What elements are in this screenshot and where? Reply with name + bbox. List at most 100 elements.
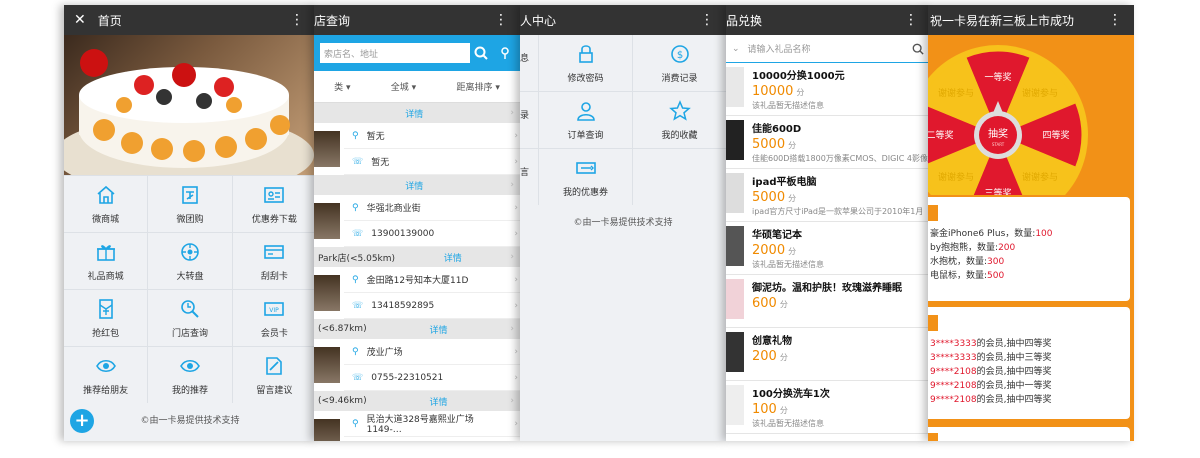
add-button[interactable]: + — [70, 409, 94, 433]
store-address-row[interactable]: ⚲ 华强北商业街 › — [344, 195, 520, 221]
detail-link[interactable]: 详情 — [405, 179, 423, 192]
store-phone-row[interactable]: ☏ 13418592895 › — [344, 293, 520, 319]
store-header[interactable]: (<9.46km) 详情 › — [314, 391, 520, 411]
home-menu-item[interactable]: 礼品商城 — [64, 233, 148, 289]
store-header[interactable]: Park店(<5.05km) 详情 › — [314, 247, 520, 267]
store-item[interactable]: ⚲ 华强北商业街 › ☏ 13900139000 › — [314, 195, 520, 247]
gift-item[interactable]: 华硕笔记本 2000 分该礼品暂无描述信息 — [726, 222, 930, 275]
draw-label: 抽奖 — [988, 127, 1008, 140]
close-icon[interactable]: ✕ — [64, 12, 98, 28]
gift-item[interactable]: 10000分换1000元 10000 分该礼品暂无描述信息 — [726, 63, 930, 116]
gift-item[interactable]: 100分换洗车1次 100 分该礼品暂无描述信息 — [726, 381, 930, 434]
home-menu-item[interactable]: 留言建议 — [232, 347, 316, 403]
svg-text:$: $ — [676, 50, 682, 61]
home-menu-item[interactable]: 推荐给朋友 — [64, 347, 148, 403]
phone-icon: ☏ — [352, 372, 364, 383]
gift-item[interactable]: 御泥坊。温和护肤！玫瑰滋养睡眠 600 分 — [726, 275, 930, 328]
store-address: 华强北商业街 — [366, 204, 421, 214]
search-icon[interactable] — [470, 42, 492, 64]
start-label: START — [992, 142, 1005, 147]
home-menu-item[interactable]: 优惠券下载 — [232, 176, 316, 232]
detail-link[interactable]: 详情 — [405, 107, 423, 120]
page-title: 首页 — [97, 13, 122, 28]
lucky-wheel[interactable]: 一等奖 四等奖 三等奖 二等奖 谢谢参与 谢谢参与 谢谢参与 谢谢参与 抽奖 START — [928, 45, 1134, 195]
store-name: Park店(<5.05km) — [318, 253, 396, 264]
store-address-row[interactable]: ⚲ 金田路12号知本大厦11D › — [344, 267, 520, 293]
order-icon — [575, 100, 597, 122]
member-menu-item[interactable]: 言 — [520, 149, 538, 205]
chevron-down-icon[interactable]: ⌄ — [732, 44, 740, 54]
store-item[interactable]: ⚲ 暂无 › ☏ 暂无 › — [314, 123, 520, 175]
store-header[interactable]: 详情 › — [314, 103, 520, 123]
home-menu-item[interactable]: 抢红包 — [64, 290, 148, 346]
gift-title: 10000分换1000元 — [752, 71, 845, 82]
credit-text: ©由一卡易提供技术支持 — [140, 416, 240, 426]
winner-line: 9****2108的会员,抽中一等奖 — [930, 381, 1052, 391]
store-address-row[interactable]: ⚲ 茂业广场 › — [344, 339, 520, 365]
store-item[interactable]: ⚲ 茂业广场 › ☏ 0755-22310521 › — [314, 339, 520, 391]
banner-cake-image[interactable] — [64, 35, 316, 175]
filter-area[interactable]: 全城 ▾ — [391, 80, 416, 93]
winner-line: 9****2108的会员,抽中四等奖 — [930, 367, 1052, 377]
member-menu-item[interactable]: 我的优惠券 — [539, 149, 632, 205]
filter-sort[interactable]: 距离排序 ▾ — [456, 80, 499, 93]
detail-link[interactable]: 详情 — [429, 395, 447, 408]
member-menu-item[interactable]: 订单查询 — [539, 92, 632, 148]
member-menu-item[interactable]: $ 消费记录 — [633, 35, 726, 91]
search-input[interactable]: 索店名、地址 — [318, 41, 494, 65]
gift-item[interactable]: 佳能600D 5000 分佳能600D搭载1800万像素CMOS、DIGIC 4影像 — [726, 116, 930, 169]
gift-item[interactable]: ipad平板电脑 5000 分 ipad官方尺寸iPad是一款苹果公司于2010年1月 — [726, 169, 930, 222]
store-address: 金田路12号知本大厦11D — [366, 276, 469, 286]
phone-store-search: 店查询 ⋮ 索店名、地址 类 ▾ 全城 ▾ 距离排序 ▾ 详情 › ⚲ 暂无 › ☏ 暂无 ›… — [314, 5, 520, 441]
store-header[interactable]: (<6.87km) 详情 › — [314, 319, 520, 339]
filter-category[interactable]: 类 ▾ — [334, 80, 350, 93]
more-icon[interactable]: ⋮ — [700, 5, 714, 35]
member-menu-item[interactable]: 息 — [520, 35, 538, 91]
gift-points: 5000 分 — [752, 190, 797, 205]
member-menu-item[interactable]: 我的收藏 — [633, 92, 726, 148]
wheel-icon — [179, 241, 201, 263]
store-phone-row[interactable]: ☏ 13900139000 › — [344, 221, 520, 247]
menu-label: 大转盘 — [176, 271, 204, 282]
gift-title: 100分换洗车1次 — [752, 389, 830, 400]
home-menu-item[interactable]: 微团购 — [148, 176, 232, 232]
store-item[interactable]: ⚲民治大道328号嘉熙业广场1149-…›☏› — [314, 411, 520, 441]
store-address: 茂业广场 — [366, 348, 403, 358]
store-list: 详情 › ⚲ 暂无 › ☏ 暂无 › 详情 › ⚲ 华强北商业街 › ☏ 13900139000 › Park店… — [314, 103, 520, 441]
gift-points: 600 分 — [752, 296, 788, 311]
detail-link[interactable]: 详情 — [444, 251, 462, 264]
store-phone-row[interactable]: ☏ 暂无 › — [344, 149, 520, 175]
home-menu-item[interactable]: 大转盘 — [148, 233, 232, 289]
location-icon[interactable] — [494, 46, 516, 60]
home-menu-grid: 微商城 微团购 优惠券下载礼品商城 大转盘 刮刮卡抢红包 门店查询 VIP 会员卡推荐给朋友 我… — [64, 175, 316, 403]
gift-description: 该礼品暂无描述信息 — [752, 419, 824, 428]
store-address-row[interactable]: ⚲ 民治大道328号嘉熙业广场1149-… › — [344, 411, 520, 437]
home-menu-item[interactable]: 门店查询 — [148, 290, 232, 346]
home-menu-item[interactable]: 微商城 — [64, 176, 148, 232]
menu-label: 会员卡 — [260, 328, 288, 339]
detail-link[interactable]: 详情 — [429, 323, 447, 336]
store-header[interactable]: 详情 › — [314, 175, 520, 195]
more-icon[interactable]: ⋮ — [494, 5, 508, 35]
favorite-icon — [668, 99, 691, 122]
message-icon — [263, 355, 285, 377]
thanks-segment-label: 谢谢参与 — [1022, 171, 1058, 183]
home-menu-item[interactable]: VIP 会员卡 — [232, 290, 316, 346]
home-menu-item[interactable]: 我的推荐 — [148, 347, 232, 403]
more-icon[interactable]: ⋮ — [1108, 5, 1122, 35]
member-menu-item[interactable]: 修改密码 — [539, 35, 632, 91]
search-icon[interactable] — [912, 43, 924, 55]
store-item[interactable]: ⚲ 金田路12号知本大厦11D › ☏ 13418592895 › — [314, 267, 520, 319]
gift-item[interactable]: 创意礼物 200 分 — [726, 328, 930, 381]
store-phone-row[interactable]: ☏ 0755-22310521 › — [344, 365, 520, 391]
home-menu-item[interactable]: 刮刮卡 — [232, 233, 316, 289]
store-phone-row[interactable]: ☏› — [344, 437, 520, 441]
menu-label: 修改密码 — [567, 73, 604, 84]
member-menu-item[interactable]: 录 — [520, 92, 538, 148]
more-icon[interactable]: ⋮ — [290, 5, 304, 35]
more-icon[interactable]: ⋮ — [904, 5, 918, 35]
gift-search-input[interactable]: ⌄ 请输入礼品名称 — [726, 35, 930, 63]
red-packet-icon — [95, 298, 117, 320]
recommend-icon — [179, 355, 201, 377]
store-address-row[interactable]: ⚲ 暂无 › — [344, 123, 520, 149]
